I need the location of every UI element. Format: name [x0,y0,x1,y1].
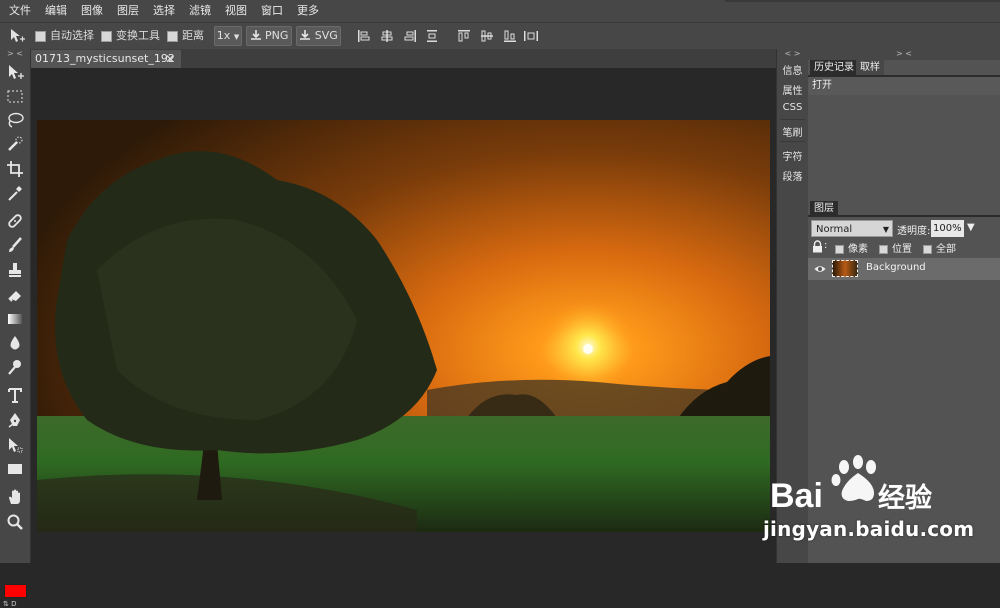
tools-collapse-toggle[interactable]: > < [0,49,30,60]
brush-icon[interactable] [5,235,25,255]
foreground-color-swatch[interactable] [4,584,27,598]
opacity-input[interactable]: 100% [931,220,964,237]
lock-pixels-checkbox[interactable] [835,244,844,254]
divider [780,141,805,142]
opacity-label: 透明度: [897,226,931,237]
align-middle-icon[interactable] [480,29,494,43]
mid-collapse-toggle[interactable]: < > [777,49,808,60]
spot-heal-icon[interactable] [5,211,25,231]
menu-bar: 文件 编辑 图像 图层 选择 滤镜 视图 窗口 更多 [0,0,1000,22]
divider [780,119,805,120]
svg-text:经验: 经验 [878,482,932,514]
align-left-icon[interactable] [357,29,371,43]
tab-history[interactable]: 历史记录 [810,60,858,75]
tab-layers[interactable]: 图层 [810,201,838,216]
text-tool-icon[interactable] [5,385,25,405]
blur-icon[interactable] [5,333,25,353]
layers-tab-underline [808,215,1000,217]
tab-swatches[interactable]: 取样 [856,60,884,75]
align-center-icon[interactable] [380,29,394,43]
menu-window[interactable]: 窗口 [254,0,290,22]
opacity-dropdown-icon[interactable]: ▼ [967,222,975,233]
download-icon [300,30,311,40]
align-right-icon[interactable] [403,29,417,43]
blend-mode-select[interactable]: Normal ▼ [811,220,893,237]
layer-thumbnail [832,260,858,277]
align-bottom-icon[interactable] [503,29,517,43]
rectangle-tool-icon[interactable] [5,459,25,479]
zoom-tool-icon[interactable] [5,512,25,532]
tab-info[interactable]: 信息 [777,62,808,77]
right-collapse-toggle[interactable]: > < [808,49,1000,60]
eye-icon[interactable] [814,263,826,275]
gradient-icon[interactable] [5,309,25,329]
chevron-down-icon: ▼ [882,225,889,234]
download-icon [250,30,261,40]
document-tab-title: 01713_mysticsunset_192 [35,52,175,65]
eraser-icon[interactable] [5,285,25,305]
history-item[interactable]: 打开 [808,77,1000,95]
swap-colors-icon[interactable]: ⇅ D [3,600,16,608]
chevron-down-icon: ▼ [233,33,240,41]
tab-properties[interactable]: 属性 [777,82,808,97]
marquee-tool-icon[interactable] [5,86,25,106]
menu-view[interactable]: 视图 [218,0,254,22]
menu-image[interactable]: 图像 [74,0,110,22]
transform-tools-checkbox[interactable] [101,30,112,42]
path-select-icon[interactable] [5,435,25,455]
lasso-tool-icon[interactable] [5,110,25,130]
quick-select-icon[interactable] [5,134,25,154]
zoom-select[interactable]: 1x ▼ [214,26,242,46]
close-icon[interactable]: ✕ [165,50,175,68]
svg-text:Bai: Bai [770,477,823,515]
menu-edit[interactable]: 编辑 [38,0,74,22]
auto-select-checkbox[interactable] [35,30,46,42]
dodge-icon[interactable] [5,357,25,377]
export-png-button[interactable]: PNG [246,26,292,46]
layer-row[interactable]: Background [808,258,1000,280]
move-tool-icon[interactable] [5,62,25,82]
tab-paragraph[interactable]: 段落 [777,168,808,183]
canvas-image[interactable] [37,120,770,532]
options-bar: 自动选择 变换工具 距离 1x ▼ PNG SVG [0,22,1000,49]
align-top-icon[interactable] [457,29,471,43]
distribute-icon[interactable] [425,29,439,43]
menu-more[interactable]: 更多 [290,0,326,22]
hand-tool-icon[interactable] [5,487,25,507]
menu-layer[interactable]: 图层 [110,0,146,22]
tab-css[interactable]: CSS [777,102,808,113]
watermark-url: jingyan.baidu.com [763,517,975,541]
crop-icon[interactable] [5,159,25,179]
eyedropper-icon[interactable] [5,183,25,203]
lock-colon: : [824,240,828,251]
pen-tool-icon[interactable] [5,410,25,430]
tools-panel: > < ⇅ D [0,49,31,608]
lock-pixels-option[interactable]: 像素 [835,240,868,255]
distance-option[interactable]: 距离 [167,28,204,44]
lock-all-checkbox[interactable] [923,244,932,254]
tab-brush[interactable]: 笔刷 [777,124,808,139]
transform-tools-option[interactable]: 变换工具 [101,28,160,44]
distribute-horizontal-icon[interactable] [523,29,539,43]
distance-checkbox[interactable] [167,30,178,42]
menu-filter[interactable]: 滤镜 [182,0,218,22]
lock-all-option[interactable]: 全部 [923,240,956,255]
menu-file[interactable]: 文件 [0,0,38,22]
tab-character[interactable]: 字符 [777,148,808,163]
top-edge-strip [725,0,1000,2]
document-tab[interactable]: 01713_mysticsunset_192 ✕ [31,50,181,68]
move-tool-option-icon [8,27,26,45]
stamp-icon[interactable] [5,260,25,280]
baidu-jingyan-watermark-logo: Bai 经验 [770,455,1000,563]
lock-icon [812,240,823,256]
layer-name: Background [866,262,926,273]
menu-select[interactable]: 选择 [146,0,182,22]
lock-position-option[interactable]: 位置 [879,240,912,255]
export-svg-button[interactable]: SVG [296,26,341,46]
auto-select-option[interactable]: 自动选择 [35,28,94,44]
lock-position-checkbox[interactable] [879,244,888,254]
